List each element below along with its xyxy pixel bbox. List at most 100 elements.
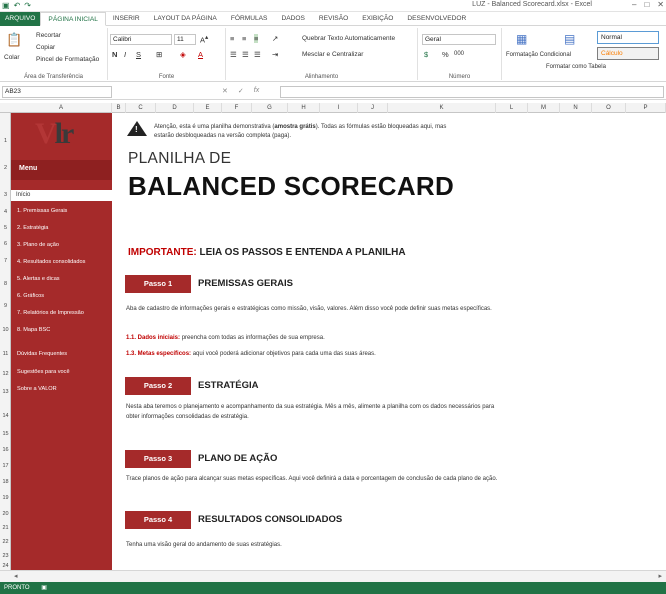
sidebar-item-duvidas[interactable]: Dúvidas Frequentes: [17, 351, 67, 357]
align-bottom-icon[interactable]: ≡: [254, 34, 259, 43]
column-header[interactable]: L: [496, 103, 528, 113]
sidebar-item-mapa-bsc[interactable]: 8. Mapa BSC: [17, 327, 50, 333]
indent-icon[interactable]: ⇥: [272, 50, 278, 59]
row-header[interactable]: 15: [0, 431, 11, 437]
row-header[interactable]: 1: [0, 138, 11, 144]
sidebar-item-plano-acao[interactable]: 3. Plano de ação: [17, 242, 59, 248]
conditional-format-button[interactable]: Formatação Condicional: [506, 52, 571, 58]
row-header[interactable]: 4: [0, 209, 11, 215]
paste-icon[interactable]: 📋: [6, 32, 22, 48]
copy-button[interactable]: Copiar: [36, 44, 55, 51]
scroll-right-icon[interactable]: ▸: [658, 572, 662, 580]
row-header[interactable]: 9: [0, 303, 11, 309]
sidebar-item-resultados[interactable]: 4. Resultados consolidados: [17, 259, 85, 265]
wrap-text-button[interactable]: Quebrar Texto Automaticamente: [302, 35, 395, 42]
number-format-select[interactable]: Geral: [422, 34, 496, 45]
conditional-format-icon[interactable]: ▦: [516, 32, 527, 46]
column-header[interactable]: I: [320, 103, 358, 113]
column-header[interactable]: D: [156, 103, 194, 113]
column-header[interactable]: P: [626, 103, 666, 113]
close-icon[interactable]: ✕: [657, 0, 664, 9]
format-painter-button[interactable]: Pincel de Formatação: [36, 56, 99, 63]
row-header[interactable]: 14: [0, 413, 11, 419]
font-name-select[interactable]: Calibri: [110, 34, 172, 45]
borders-icon[interactable]: ⊞: [156, 50, 162, 59]
row-header[interactable]: 12: [0, 371, 11, 377]
row-header[interactable]: 22: [0, 539, 11, 545]
sidebar-item-alertas[interactable]: 5. Alertas e dicas: [17, 276, 60, 282]
undo-icon[interactable]: ↶: [14, 1, 21, 10]
column-header[interactable]: B: [112, 103, 126, 113]
currency-icon[interactable]: $: [424, 50, 428, 59]
sidebar-item-relatorios[interactable]: 7. Relatórios de Impressão: [17, 310, 84, 316]
column-header[interactable]: C: [126, 103, 156, 113]
sidebar-item-graficos[interactable]: 6. Gráficos: [17, 293, 44, 299]
column-header[interactable]: J: [358, 103, 388, 113]
cut-button[interactable]: Recortar: [36, 32, 61, 39]
bold-button[interactable]: N: [112, 50, 117, 59]
row-header[interactable]: 21: [0, 525, 11, 531]
row-header[interactable]: 6: [0, 241, 11, 247]
row-header[interactable]: 7: [0, 258, 11, 264]
font-color-icon[interactable]: A: [198, 50, 203, 59]
font-size-select[interactable]: 11: [174, 34, 196, 45]
sidebar-item-sugestoes[interactable]: Sugestões para você: [17, 369, 70, 375]
row-header[interactable]: 17: [0, 463, 11, 469]
format-table-button[interactable]: Formatar como Tabela: [546, 64, 606, 70]
align-left-icon[interactable]: ☰: [230, 50, 237, 59]
row-header[interactable]: 3: [0, 192, 11, 198]
style-normal[interactable]: Normal: [597, 31, 659, 44]
name-box[interactable]: AB23: [2, 86, 112, 98]
column-header[interactable]: M: [528, 103, 560, 113]
orientation-icon[interactable]: ↗: [272, 34, 278, 43]
step-1-tag[interactable]: Passo 1: [125, 275, 191, 293]
column-header[interactable]: H: [288, 103, 320, 113]
cancel-icon[interactable]: ✕: [222, 87, 228, 95]
minimize-icon[interactable]: –: [632, 0, 636, 9]
maximize-icon[interactable]: □: [644, 0, 649, 9]
row-header[interactable]: 5: [0, 225, 11, 231]
redo-icon[interactable]: ↷: [24, 1, 31, 10]
align-top-icon[interactable]: ≡: [230, 34, 234, 43]
sidebar-item-inicio[interactable]: Início: [11, 190, 112, 201]
scroll-left-icon[interactable]: ◂: [14, 572, 18, 580]
fill-color-icon[interactable]: ◈: [180, 50, 186, 59]
formula-input[interactable]: [280, 86, 664, 98]
format-table-icon[interactable]: ▤: [564, 32, 575, 46]
row-header[interactable]: 24: [0, 563, 11, 569]
horizontal-scrollbar[interactable]: ◂ ▸: [0, 570, 666, 582]
row-header[interactable]: 23: [0, 553, 11, 559]
macro-record-icon[interactable]: ▣: [41, 585, 47, 591]
column-header[interactable]: K: [388, 103, 496, 113]
thousands-button[interactable]: 000: [454, 51, 464, 57]
percent-button[interactable]: %: [442, 50, 449, 59]
align-center-icon[interactable]: ☰: [242, 50, 249, 59]
row-header[interactable]: 19: [0, 495, 11, 501]
row-header[interactable]: 11: [0, 351, 11, 357]
tab-dados[interactable]: DADOS: [274, 12, 311, 26]
column-header[interactable]: N: [560, 103, 592, 113]
step-4-tag[interactable]: Passo 4: [125, 511, 191, 529]
column-header[interactable]: O: [592, 103, 626, 113]
row-header[interactable]: 18: [0, 479, 11, 485]
sidebar-item-premissas[interactable]: 1. Premissas Gerais: [17, 208, 67, 214]
tab-arquivo[interactable]: ARQUIVO: [0, 11, 41, 26]
paste-button[interactable]: Colar: [4, 54, 20, 61]
tab-layout[interactable]: LAYOUT DA PÁGINA: [147, 12, 224, 26]
row-header[interactable]: 8: [0, 281, 11, 287]
step-2-tag[interactable]: Passo 2: [125, 377, 191, 395]
step-3-tag[interactable]: Passo 3: [125, 450, 191, 468]
sidebar-item-estrategia[interactable]: 2. Estratégia: [17, 225, 48, 231]
row-header[interactable]: 16: [0, 447, 11, 453]
tab-desenvolvedor[interactable]: DESENVOLVEDOR: [400, 12, 473, 26]
align-middle-icon[interactable]: ≡: [242, 34, 246, 43]
tab-pagina-inicial[interactable]: PÁGINA INICIAL: [40, 11, 106, 26]
row-header[interactable]: 2: [0, 165, 11, 171]
tab-exibicao[interactable]: EXIBIÇÃO: [355, 12, 400, 26]
grow-font-icon[interactable]: A▴: [200, 34, 208, 45]
underline-button[interactable]: S: [136, 50, 141, 59]
column-header[interactable]: A: [11, 103, 112, 113]
align-right-icon[interactable]: ☰: [254, 50, 261, 59]
insert-function-button[interactable]: fx: [254, 87, 259, 95]
tab-formulas[interactable]: FÓRMULAS: [224, 12, 275, 26]
